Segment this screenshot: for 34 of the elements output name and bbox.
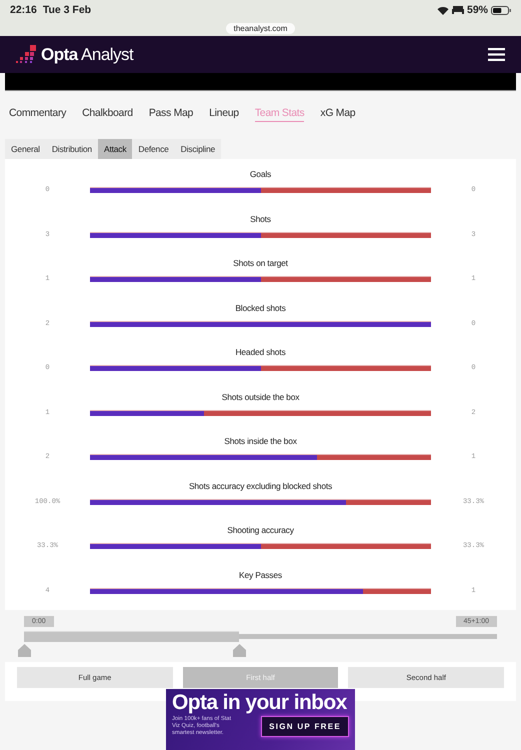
status-date: Tue 3 Feb [42, 4, 92, 16]
wifi-icon [436, 6, 449, 14]
stat-label: Shooting accuracy [226, 524, 295, 537]
stat-label: Blocked shots [234, 302, 287, 314]
stat-label: Shots inside the box [223, 435, 298, 448]
tab[interactable]: Commentary [9, 107, 66, 121]
slider-handle[interactable] [232, 644, 246, 657]
tab[interactable]: Chalkboard [82, 107, 133, 121]
bed-icon [452, 6, 464, 14]
subtab[interactable]: Distribution [46, 139, 98, 159]
status-time: 22:16 [10, 4, 37, 16]
subtab[interactable]: Discipline [174, 139, 222, 159]
signup-button[interactable]: SIGN UP FREE [261, 716, 349, 737]
tab[interactable]: xG Map [320, 107, 356, 121]
stat-label: Goals [248, 168, 272, 181]
battery-percent: 59% [466, 4, 488, 16]
menu-icon[interactable] [488, 48, 505, 61]
subtab[interactable]: General [5, 139, 46, 159]
logo-text[interactable]: Opta Analyst [41, 44, 134, 64]
ad-title: Opta in your inbox [172, 691, 348, 714]
stat-label: Headed shots [234, 346, 287, 359]
slider-handle[interactable] [18, 644, 31, 657]
stat-label: Shots on target [232, 257, 289, 270]
subtab[interactable]: Defence [132, 139, 175, 159]
logo-icon [16, 44, 38, 64]
tab[interactable]: Lineup [209, 107, 239, 121]
tab[interactable]: Pass Map [148, 107, 194, 121]
stat-label: Shots outside the box [220, 390, 300, 404]
subtab[interactable]: Attack [98, 139, 132, 159]
stat-label: Shots [249, 212, 272, 226]
address-bar[interactable]: theanalyst.com [226, 22, 296, 34]
stat-label: Key Passes [238, 568, 283, 582]
stat-label: Shots accuracy excluding blocked shots [188, 480, 334, 492]
battery-icon [491, 6, 511, 14]
